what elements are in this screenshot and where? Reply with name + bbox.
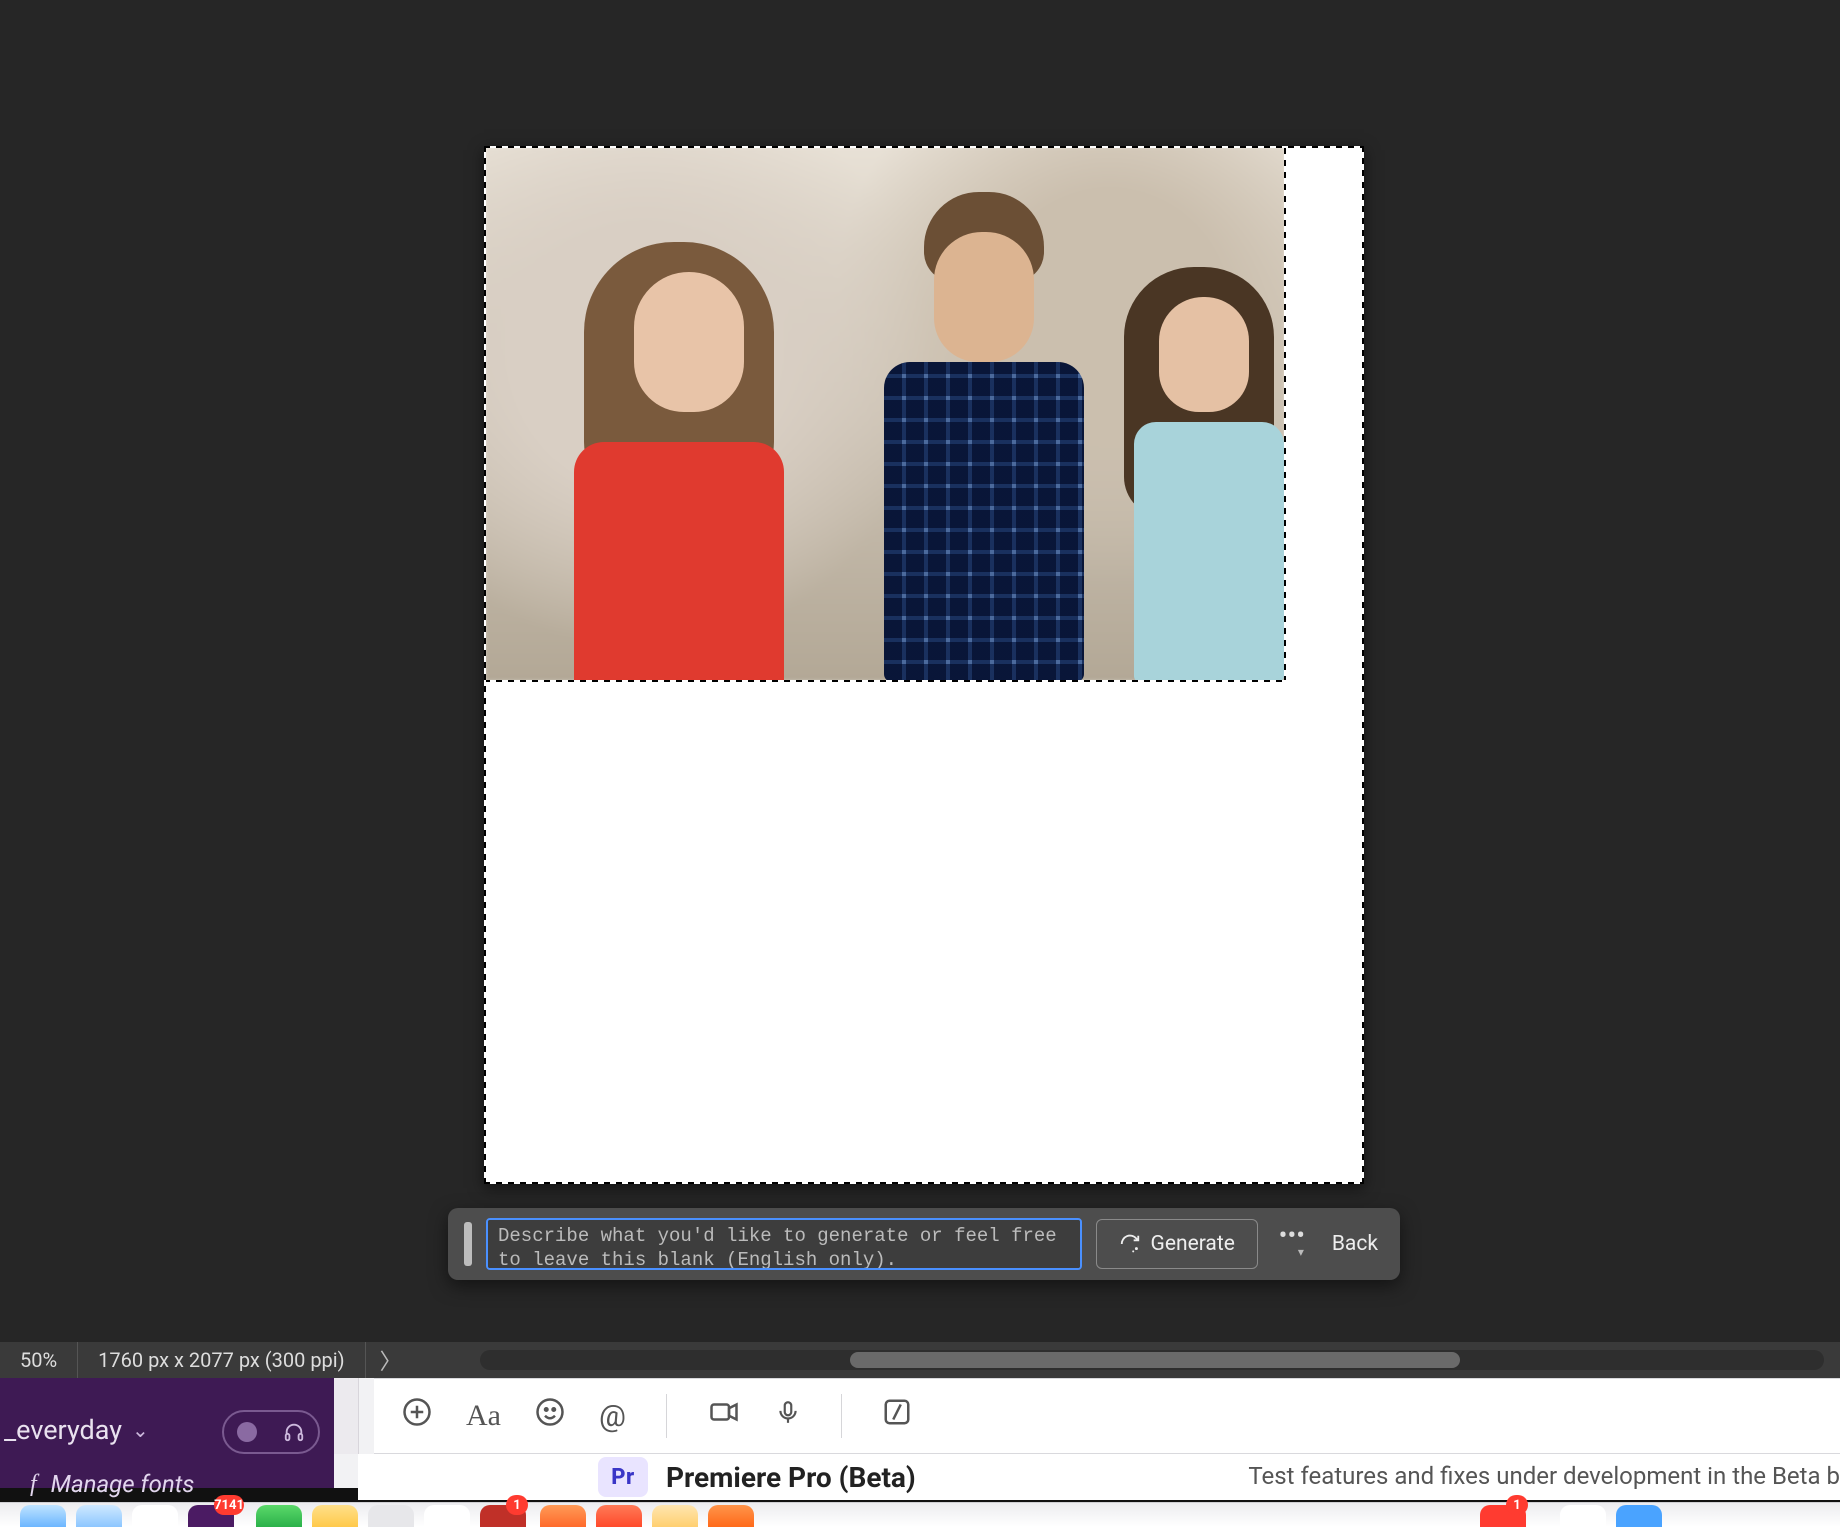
premiere-pro-badge-icon: Pr	[598, 1457, 648, 1497]
emoji-icon	[535, 1397, 565, 1427]
chevron-down-icon: ⌄	[132, 1418, 149, 1442]
dock-app-icon[interactable]	[708, 1505, 754, 1527]
presence-dot-icon	[237, 1422, 257, 1442]
horizontal-scrollbar[interactable]	[480, 1350, 1824, 1370]
figure-woman-teal	[1084, 212, 1286, 682]
dock-app-icon[interactable]	[312, 1505, 358, 1527]
dock-app-icon[interactable]	[596, 1505, 642, 1527]
dock-app-icon[interactable]	[424, 1505, 470, 1527]
dock-app-icon[interactable]	[1616, 1505, 1662, 1527]
panel-divider	[334, 1378, 359, 1454]
video-icon	[707, 1397, 741, 1427]
dock-app-icon[interactable]	[76, 1505, 122, 1527]
image-editor-area: Generate ••• ▾ Back	[0, 0, 1840, 1342]
dock-app-icon[interactable]	[540, 1505, 586, 1527]
message-composer-toolbar: Aa @	[374, 1378, 1840, 1454]
dock-app-icon[interactable]	[256, 1505, 302, 1527]
manage-fonts-label: Manage fonts	[51, 1470, 195, 1498]
ellipsis-icon: •••	[1279, 1229, 1305, 1243]
back-button[interactable]: Back	[1326, 1232, 1384, 1256]
creative-cloud-app-row[interactable]: Pr Premiere Pro (Beta) Test features and…	[358, 1454, 1840, 1500]
dock-app-icon[interactable]: 1	[480, 1505, 526, 1527]
headphones-icon	[283, 1421, 305, 1443]
toolbar-separator	[666, 1394, 667, 1438]
notification-badge: 1	[1506, 1495, 1528, 1515]
zoom-level[interactable]: 50%	[0, 1342, 78, 1378]
dock-app-icon[interactable]	[368, 1505, 414, 1527]
notification-badge: 1	[506, 1495, 528, 1515]
generate-button-label: Generate	[1151, 1232, 1235, 1256]
more-options-button[interactable]: ••• ▾	[1272, 1229, 1312, 1259]
dock-app-icon[interactable]	[652, 1505, 698, 1527]
figure-man-plaid	[844, 162, 1104, 682]
regenerate-icon	[1119, 1233, 1141, 1255]
app-title: Premiere Pro (Beta)	[666, 1461, 916, 1494]
prompt-input[interactable]	[486, 1218, 1082, 1270]
app-description-fragment: Test features and fixes under developmen…	[1248, 1462, 1840, 1490]
attach-button[interactable]	[402, 1397, 432, 1435]
channel-name: _everyday	[4, 1414, 122, 1446]
format-button[interactable]: Aa	[466, 1399, 501, 1433]
figure-woman-red	[524, 182, 824, 682]
horizontal-scrollbar-thumb[interactable]	[850, 1352, 1460, 1368]
editor-status-bar: 50% 1760 px x 2077 px (300 ppi) 〉	[0, 1342, 1840, 1378]
emoji-button[interactable]	[535, 1397, 565, 1435]
placed-image[interactable]	[484, 146, 1286, 682]
dock-app-icon[interactable]	[20, 1505, 66, 1527]
dock-app-icon[interactable]: 1	[1480, 1505, 1526, 1527]
microphone-icon	[775, 1396, 801, 1428]
macos-dock[interactable]: 7141 1 1	[0, 1502, 1840, 1527]
toolbar-separator	[841, 1394, 842, 1438]
channel-selector[interactable]: _everyday ⌄	[4, 1414, 149, 1446]
dock-app-icon[interactable]: 7141	[188, 1505, 234, 1527]
generate-button[interactable]: Generate	[1096, 1219, 1258, 1269]
document-dimensions[interactable]: 1760 px x 2077 px (300 ppi)	[78, 1342, 365, 1378]
notification-badge: 7141	[214, 1495, 244, 1515]
chat-sidebar-fragment: _everyday ⌄ f Manage fonts	[0, 1378, 334, 1488]
manage-fonts-row[interactable]: f Manage fonts	[30, 1470, 194, 1498]
font-icon: f	[30, 1471, 37, 1498]
mention-button[interactable]: @	[599, 1399, 626, 1434]
drag-grip-icon[interactable]	[464, 1222, 472, 1266]
dock-app-icon[interactable]	[1560, 1505, 1606, 1527]
video-button[interactable]	[707, 1397, 741, 1435]
plus-icon	[402, 1397, 432, 1427]
caret-down-icon: ▾	[1298, 1245, 1304, 1259]
dock-app-icon[interactable]	[132, 1505, 178, 1527]
generative-fill-bar: Generate ••• ▾ Back	[448, 1208, 1400, 1280]
slash-icon	[882, 1397, 912, 1427]
background-window-strip: _everyday ⌄ f Manage fonts Aa @	[0, 1378, 1840, 1488]
slash-command-button[interactable]	[882, 1397, 912, 1435]
status-chevron-icon[interactable]: 〉	[366, 1344, 416, 1376]
huddle-pill[interactable]	[222, 1410, 320, 1454]
audio-button[interactable]	[775, 1396, 801, 1436]
